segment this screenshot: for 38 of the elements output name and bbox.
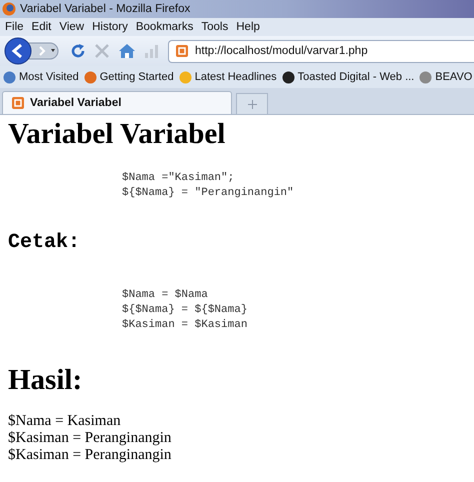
bookmark-item[interactable]: Most Visited [3,70,79,84]
address-field[interactable]: http://localhost/modul/varvar1.php [168,40,474,62]
menu-item[interactable]: Edit [28,21,54,33]
result-line: $Kasiman = Peranginangin [8,447,172,464]
bookmark-icon [178,70,192,84]
new-tab-button[interactable] [236,93,268,114]
code-line: ${$Nama} = "Peranginangin" [122,186,295,201]
reload-icon[interactable] [70,43,86,59]
bookmark-item[interactable]: BEAVO [419,70,472,84]
result-line: $Nama = Kasiman [8,413,122,430]
bookmark-item[interactable]: Getting Started [84,70,174,84]
menu-item[interactable]: History [89,21,131,33]
menu-item[interactable]: Help [233,21,263,33]
code-line: $Kasiman = $Kasiman [122,318,248,333]
menu-item[interactable]: Bookmarks [132,21,196,33]
bookmark-icon [3,70,16,84]
code-line: ${$Nama} = ${$Nama} [122,303,248,318]
browser-tab[interactable]: Variabel Variabel [2,91,232,114]
section-heading: Cetak: [8,231,82,254]
code-line: $Nama ="Kasiman"; [122,171,236,186]
menu-item[interactable]: Tools [198,21,232,33]
signal-icon [144,44,160,58]
bookmark-item[interactable]: Toasted Digital - Web ... [282,70,414,84]
code-line: $Nama = $Nama [122,288,209,303]
bookmark-item[interactable]: Latest Headlines [178,70,277,84]
bookmark-icon [84,70,97,84]
menu-item[interactable]: View [56,21,88,33]
result-line: $Kasiman = Peranginangin [8,430,172,447]
window-title: Variabel Variabel - Mozilla Firefox [20,3,190,15]
site-icon [175,44,189,58]
menu-item[interactable]: File [2,21,27,33]
home-icon[interactable] [118,43,136,59]
plus-icon [248,100,256,108]
section-heading: Hasil: [8,363,84,397]
site-icon [11,96,25,110]
bookmark-icon [282,70,295,84]
bookmark-icon [419,70,432,84]
page-heading: Variabel Variabel [8,117,226,151]
